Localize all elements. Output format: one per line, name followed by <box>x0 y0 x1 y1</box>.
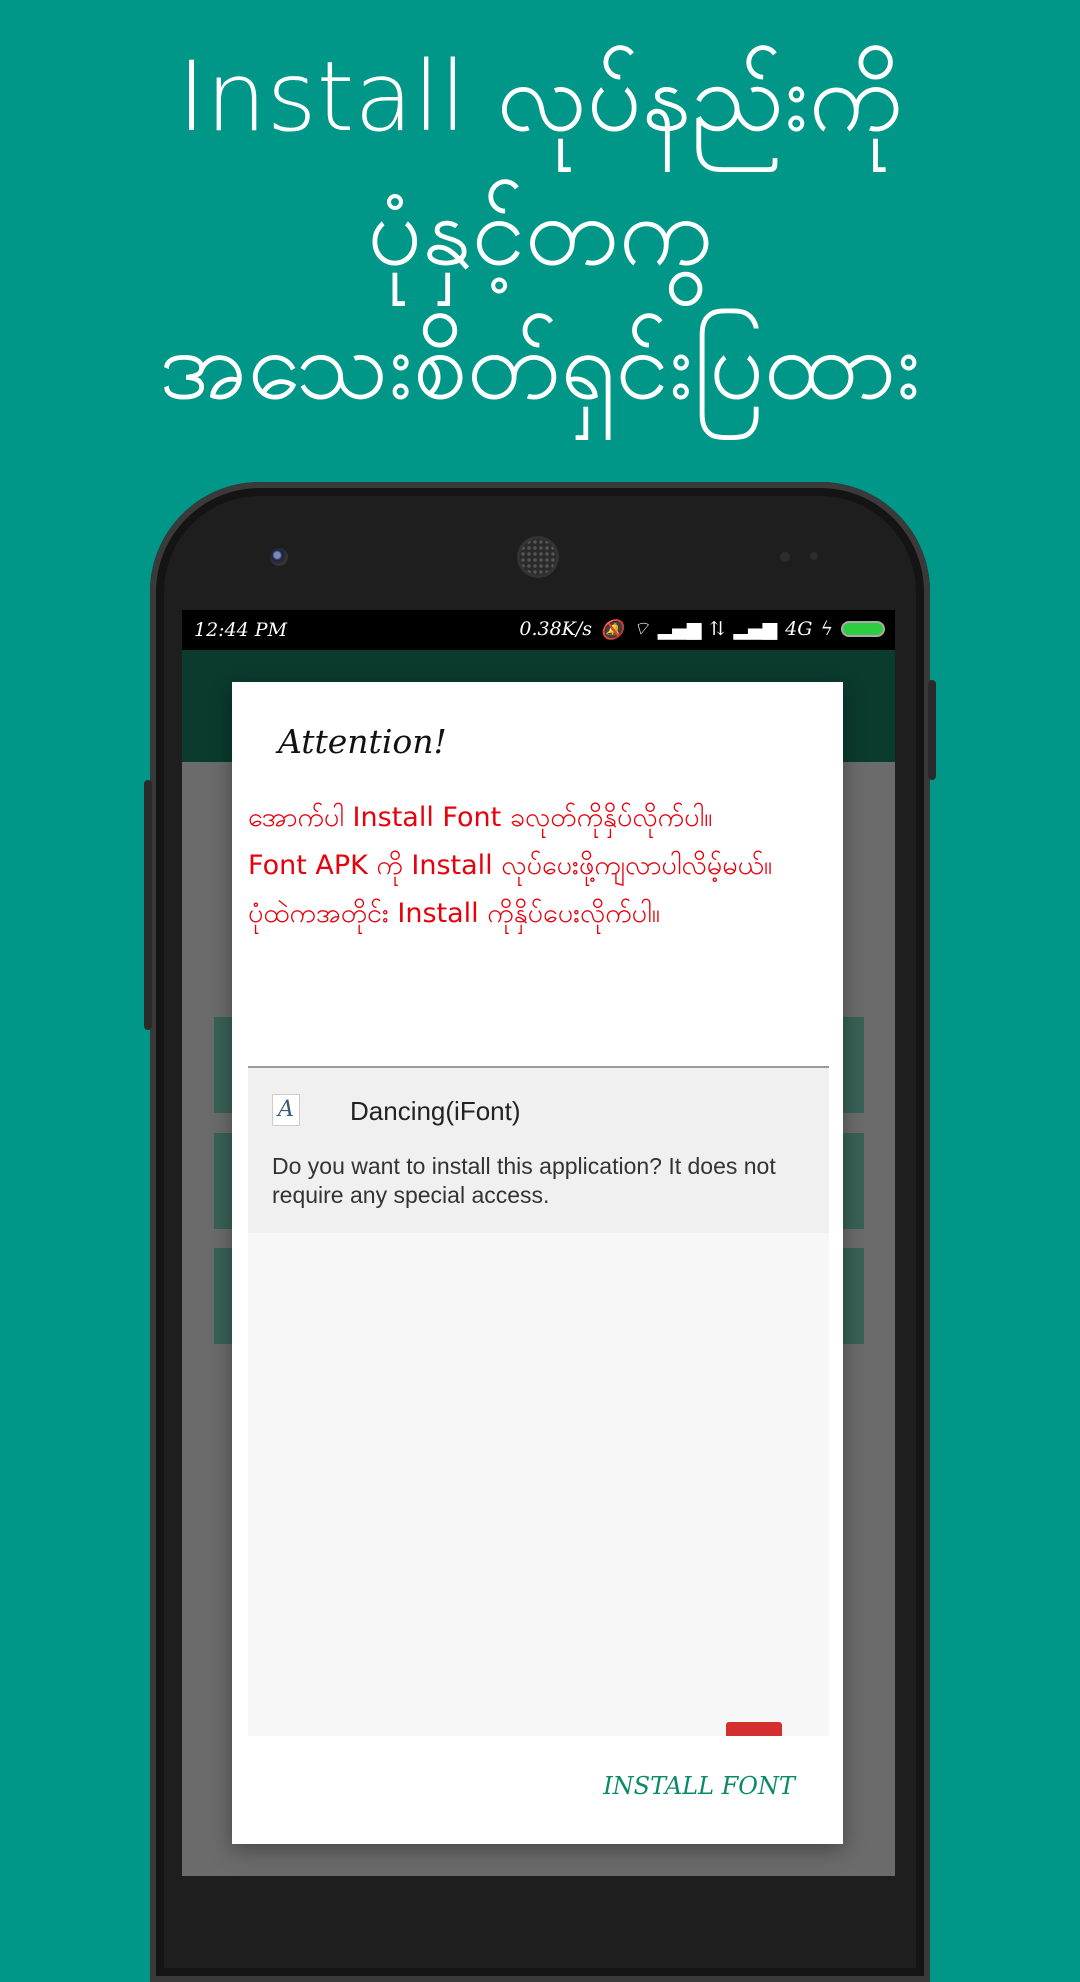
dialog-message: အောက်ပါ Install Font ခလုတ်ကိုနှိပ်လိုက်ပ… <box>248 794 833 938</box>
earpiece-speaker <box>520 539 556 575</box>
data-arrows-icon: ⇅ <box>709 618 726 640</box>
install-screenshot: A Dancing(iFont) Do you want to install … <box>248 1066 829 1736</box>
battery-icon <box>841 621 885 637</box>
promo-line-1: Install လုပ်နည်းကို <box>177 41 903 153</box>
status-icons: 0.38K/s 🔕 ⌔ ▂▄▆ ⇅ ▂▄▆ 4G ϟ <box>519 617 885 641</box>
proximity-sensor <box>780 552 790 562</box>
signal-icon-2: ▂▄▆ <box>733 618 778 640</box>
message-line-3: ပုံထဲကအတိုင်း Install ကိုနှိပ်ပေးလိုက်ပါ… <box>248 898 660 929</box>
app-name: Dancing(iFont) <box>350 1096 521 1126</box>
promo-line-2: ပုံနှင့်တကွ <box>367 175 713 287</box>
wifi-icon: ⌔ <box>631 618 650 640</box>
network-type: 4G <box>785 618 813 640</box>
promo-headline: Install လုပ်နည်းကို ပုံနှင့်တကွ အသေးစိတ်… <box>0 30 1080 432</box>
install-screenshot-header: A Dancing(iFont) Do you want to install … <box>248 1068 829 1233</box>
charging-icon: ϟ <box>820 618 833 640</box>
promo-line-3: အသေးစိတ်ရှင်းပြထား <box>159 309 921 421</box>
front-camera <box>270 548 288 566</box>
light-sensor <box>810 552 818 560</box>
dialog-title: Attention! <box>278 722 447 761</box>
status-time: 12:44 PM <box>194 619 288 641</box>
status-bar: 12:44 PM 0.38K/s 🔕 ⌔ ▂▄▆ ⇅ ▂▄▆ 4G ϟ <box>182 610 895 650</box>
mute-icon: 🔕 <box>600 618 624 641</box>
message-line-1: အောက်ပါ Install Font ခလုတ်ကိုနှိပ်လိုက်ပ… <box>248 802 713 833</box>
font-file-icon: A <box>272 1094 300 1126</box>
install-font-button[interactable]: INSTALL FONT <box>603 1772 795 1800</box>
message-line-2: Font APK ကို Install လုပ်ပေးဖို့ကျလာပါလိ… <box>248 850 773 881</box>
attention-dialog: Attention! အောက်ပါ Install Font ခလုတ်ကို… <box>232 682 843 1844</box>
screenshot-button-fragment <box>726 1722 782 1736</box>
phone-screen: 12:44 PM 0.38K/s 🔕 ⌔ ▂▄▆ ⇅ ▂▄▆ 4G ϟ Atte… <box>182 610 895 1876</box>
power-button <box>928 680 936 780</box>
network-speed: 0.38K/s <box>519 618 593 640</box>
app-description: Do you want to install this application?… <box>272 1153 776 1208</box>
volume-button <box>144 780 152 1030</box>
signal-icon: ▂▄▆ <box>657 618 702 640</box>
